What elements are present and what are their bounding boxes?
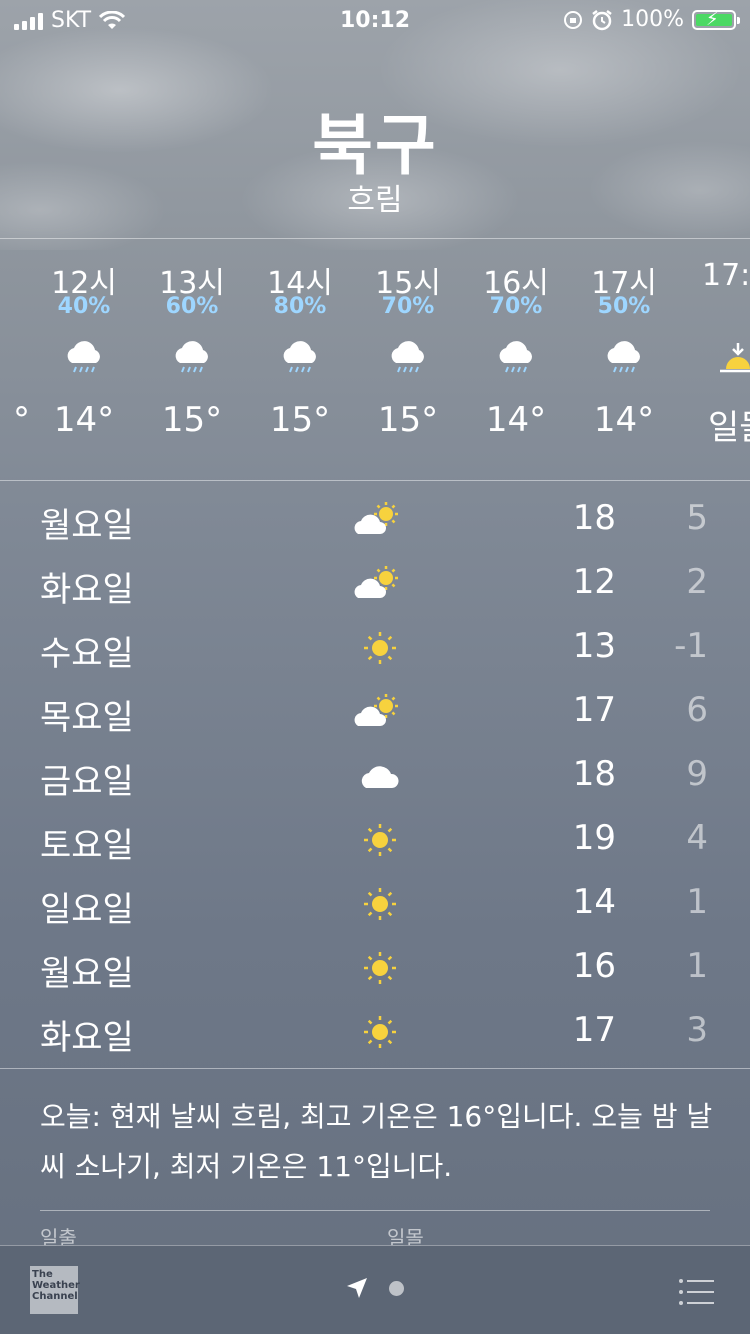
daily-row: 수요일 13 -1 xyxy=(40,626,708,674)
rain-cloud-icon xyxy=(67,341,100,373)
status-bar: SKT 10:12 100% ⚡ xyxy=(0,0,750,40)
list-icon[interactable] xyxy=(678,1278,714,1306)
city-name: 북구 xyxy=(312,107,438,184)
hourly-item: 12시 40% 14° xyxy=(51,266,117,440)
divider xyxy=(0,480,750,481)
daily-forecast: 월요일 18 5 화요일 12 2 수요일 13 -1 목요일 17 6 금요일 18 9… xyxy=(0,488,750,1064)
partly-sunny-icon xyxy=(354,502,398,534)
alarm-icon xyxy=(592,9,612,30)
current-condition: 흐림 xyxy=(347,183,403,218)
daily-row: 금요일 18 9 xyxy=(40,754,708,802)
hourly-forecast[interactable]: ° 12시 40% 14° 13시 60% 15° 14시 80% 15° 15시 70… xyxy=(0,240,750,480)
sun-times-row: 일출 일몰 xyxy=(40,1222,720,1246)
orientation-lock-icon xyxy=(564,10,583,29)
hourly-item: ° xyxy=(13,400,30,440)
sun-icon xyxy=(364,1016,396,1048)
daily-row: 목요일 17 6 xyxy=(40,690,708,738)
rain-cloud-icon xyxy=(607,341,640,373)
rain-cloud-icon xyxy=(283,341,316,373)
battery-percent: 100% xyxy=(621,7,684,32)
daily-row: 월요일 18 5 xyxy=(40,498,708,546)
rain-cloud-icon xyxy=(175,341,208,373)
hourly-item: 13시 60% 15° xyxy=(159,266,225,440)
daily-row: 일요일 14 1 xyxy=(40,882,708,930)
sunrise-label: 일출 xyxy=(40,1226,77,1246)
today-summary: 오늘: 현재 날씨 흐림, 최고 기온은 16°입니다. 오늘 밤 날씨 소나기… xyxy=(40,1100,713,1183)
daily-row: 월요일 16 1 xyxy=(40,946,708,994)
daily-row: 토요일 19 4 xyxy=(40,818,708,866)
divider xyxy=(0,1068,750,1069)
bottom-toolbar: The Weather Channel xyxy=(0,1245,750,1334)
sun-icon xyxy=(364,888,396,920)
location-arrow-icon[interactable] xyxy=(345,1276,369,1300)
divider xyxy=(40,1210,710,1211)
daily-row: 화요일 12 2 xyxy=(40,562,708,610)
sun-icon xyxy=(364,824,396,856)
partly-sunny-icon xyxy=(354,694,398,726)
sun-icon xyxy=(364,632,396,664)
rain-cloud-icon xyxy=(391,341,424,373)
daily-row: 화요일 17 3 xyxy=(40,1010,708,1058)
divider xyxy=(0,238,750,239)
cloud-icon xyxy=(361,766,399,788)
weather-channel-logo[interactable]: The Weather Channel xyxy=(30,1266,80,1314)
rain-cloud-icon xyxy=(499,341,532,373)
sunset-icon xyxy=(720,343,750,373)
hourly-item: 15시 70% 15° xyxy=(375,266,441,440)
sunset-label: 일몰 xyxy=(387,1226,424,1246)
hourly-item: 14시 80% 15° xyxy=(267,266,333,440)
hourly-item: 17:3 일몰 xyxy=(682,240,750,449)
hourly-item: 16시 70% 14° xyxy=(483,266,549,440)
hourly-item: 17시 50% 14° xyxy=(591,266,657,440)
battery-icon: ⚡ xyxy=(692,9,740,30)
page-indicator-dot[interactable] xyxy=(389,1281,404,1296)
partly-sunny-icon xyxy=(354,566,398,598)
sun-icon xyxy=(364,952,396,984)
